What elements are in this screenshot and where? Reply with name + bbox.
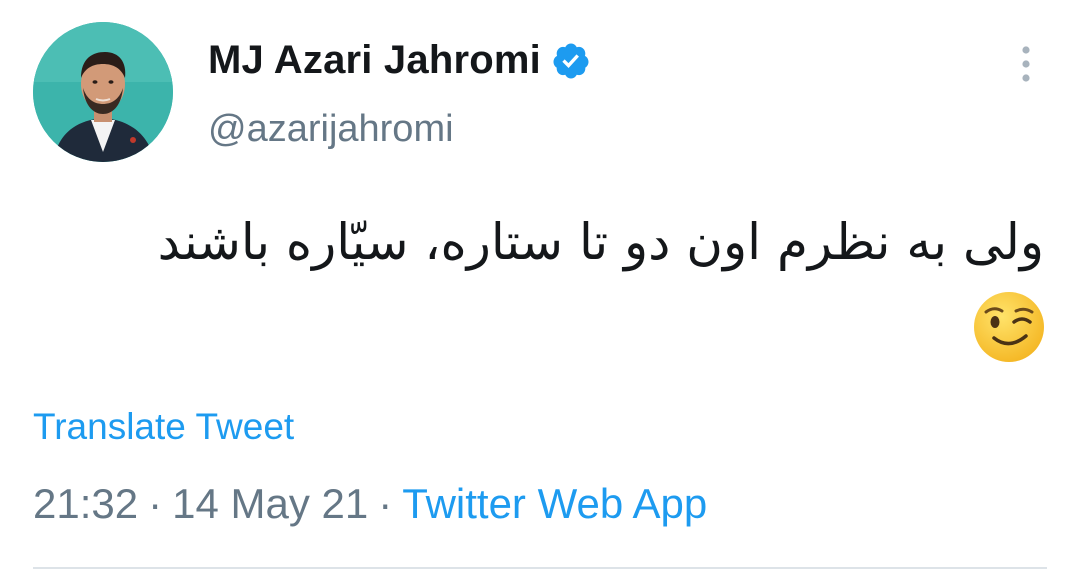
tweet-card: MJ Azari Jahromi @azarijahromi ولی به نظ… — [0, 0, 1080, 573]
tweet-time[interactable]: 21:32 — [33, 480, 138, 527]
winking-face-icon — [972, 290, 1046, 364]
more-vertical-icon[interactable] — [1012, 42, 1040, 86]
tweet-meta: 21:32 · 14 May 21 · Twitter Web App — [33, 480, 707, 528]
tweet-source-link[interactable]: Twitter Web App — [402, 480, 707, 527]
translate-tweet-link[interactable]: Translate Tweet — [33, 406, 294, 448]
user-handle[interactable]: @azarijahromi — [208, 108, 454, 151]
avatar[interactable] — [33, 22, 173, 162]
display-name-text: MJ Azari Jahromi — [208, 38, 541, 82]
tweet-date[interactable]: 14 May 21 — [172, 480, 368, 527]
display-name[interactable]: MJ Azari Jahromi — [208, 38, 591, 83]
meta-separator: · — [378, 480, 393, 527]
divider — [33, 567, 1047, 569]
tweet-text: ولی به نظرم اون دو تا ستاره، سیّاره باشن… — [157, 213, 1044, 271]
verified-badge-icon — [551, 41, 591, 81]
meta-separator: · — [148, 480, 163, 527]
